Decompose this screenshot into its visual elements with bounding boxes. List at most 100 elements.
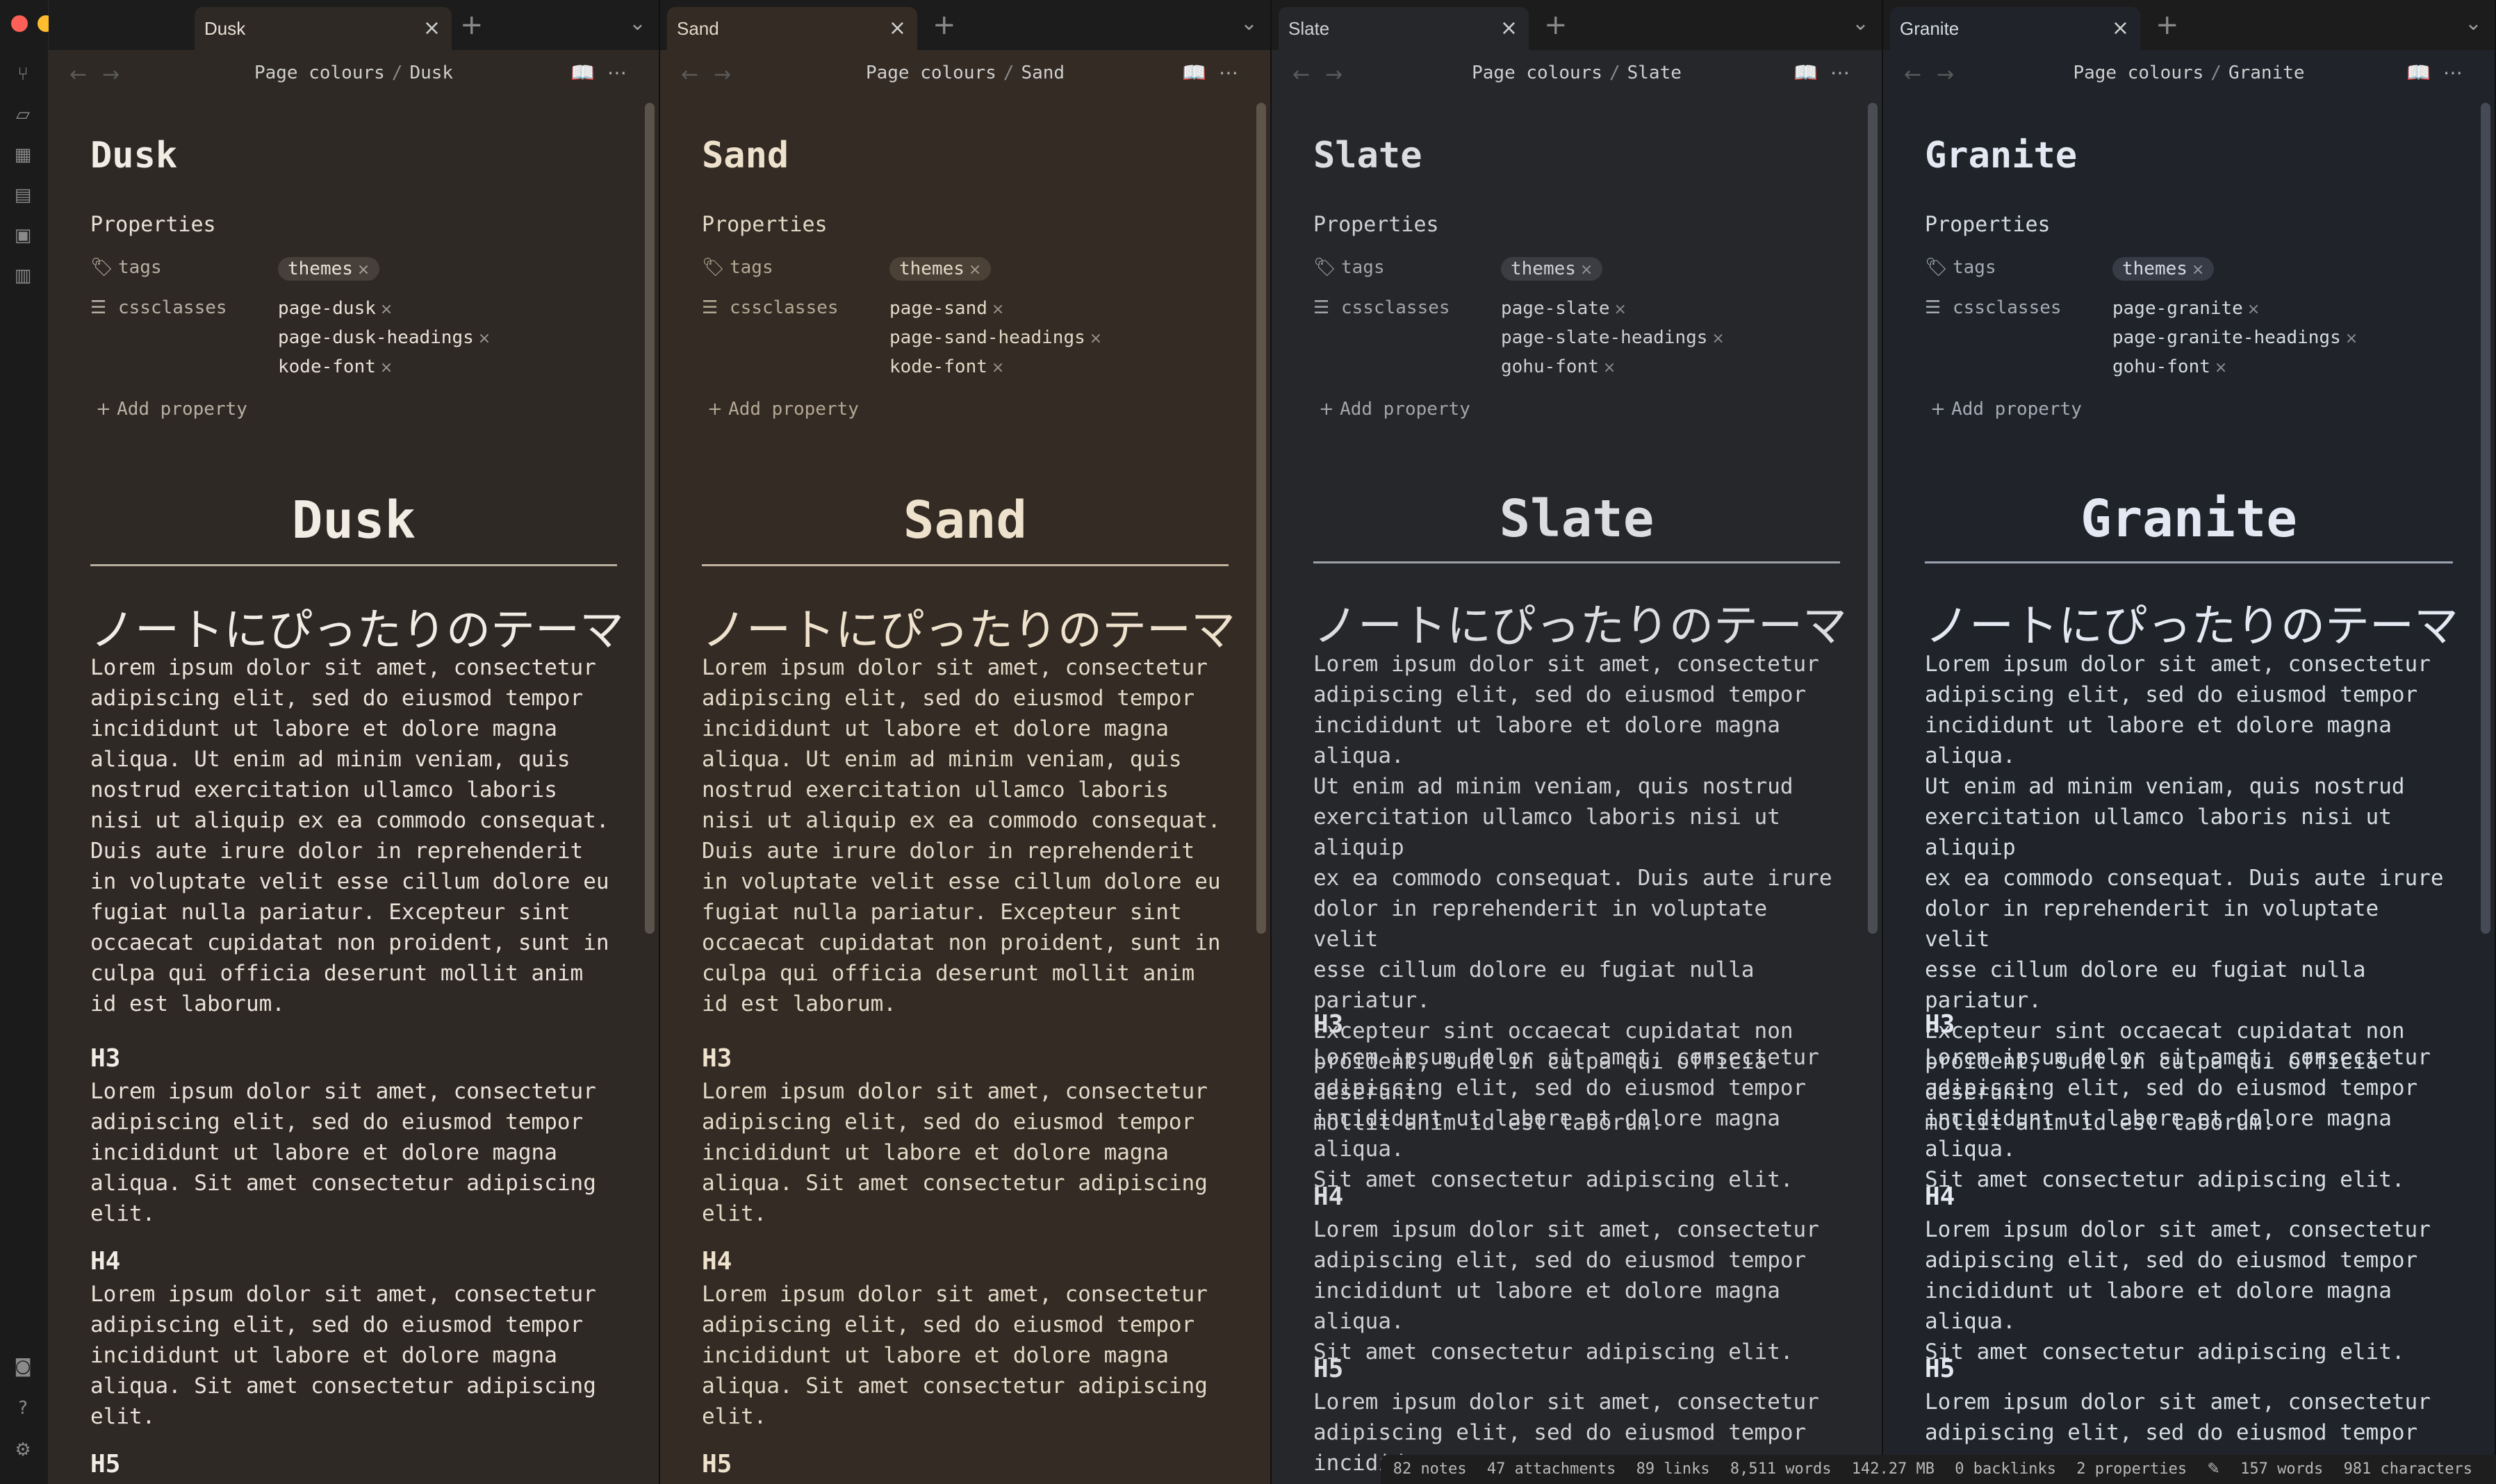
new-tab-icon[interactable]: + [460, 10, 484, 40]
close-window-button[interactable] [11, 15, 28, 32]
property-value-tags[interactable]: themes × [2112, 257, 2215, 281]
property-value-cssclasses[interactable]: page-sand × page-sand-headings × kode-font… [889, 295, 1102, 382]
pencil-icon[interactable]: ✎ [2207, 1460, 2231, 1478]
cssclass-item[interactable]: page-granite × [2112, 295, 2358, 324]
inline-title[interactable]: Slate [1313, 135, 1422, 176]
breadcrumb-current[interactable]: Granite [2228, 63, 2305, 83]
kanban-icon[interactable]: ▤ [13, 185, 33, 206]
remove-cssclass-icon[interactable]: × [1599, 359, 1616, 377]
graph-icon[interactable]: ⑂ [13, 64, 33, 85]
close-tab-icon[interactable]: × [2112, 7, 2129, 50]
remove-cssclass-icon[interactable]: × [2210, 359, 2227, 377]
tag-pill[interactable]: themes × [889, 257, 992, 281]
cssclass-item[interactable]: gohu-font × [2112, 353, 2358, 382]
inline-title[interactable]: Granite [1925, 135, 2077, 176]
property-key-cssclasses[interactable]: ☰ cssclasses [702, 297, 889, 318]
calendar-icon[interactable]: ▣ [13, 225, 33, 246]
canvas-icon[interactable]: ▱ [13, 104, 33, 125]
tab-slate[interactable]: Slate × [1279, 7, 1529, 50]
property-key-tags[interactable]: 🏷 tags [1925, 257, 2112, 278]
tab-list-chevron-icon[interactable]: ⌄ [1852, 11, 1869, 35]
breadcrumb-parent[interactable]: Page colours [254, 63, 385, 83]
cssclass-item[interactable]: page-slate-headings × [1501, 324, 1725, 353]
tag-pill[interactable]: themes × [278, 257, 380, 281]
cssclass-item[interactable]: page-dusk × [278, 295, 491, 324]
breadcrumb-current[interactable]: Sand [1021, 63, 1065, 83]
tag-pill[interactable]: themes × [1501, 257, 1603, 281]
cssclass-item[interactable]: gohu-font × [1501, 353, 1725, 382]
property-key-tags[interactable]: 🏷 tags [1313, 257, 1501, 278]
property-key-cssclasses[interactable]: ☰ cssclasses [90, 297, 278, 318]
cssclass-item[interactable]: page-dusk-headings × [278, 324, 491, 353]
properties-heading[interactable]: Properties [1313, 213, 1439, 237]
cssclass-item[interactable]: page-slate × [1501, 295, 1725, 324]
cssclass-item[interactable]: page-sand-headings × [889, 324, 1102, 353]
properties-heading[interactable]: Properties [90, 213, 216, 237]
property-value-tags[interactable]: themes × [278, 257, 380, 281]
reading-view-icon[interactable]: 📖 [1793, 61, 1830, 84]
remove-tag-icon[interactable]: × [353, 261, 370, 279]
property-key-cssclasses[interactable]: ☰ cssclasses [1925, 297, 2112, 318]
add-property-button[interactable]: + Add property [1319, 399, 1470, 420]
property-value-cssclasses[interactable]: page-granite × page-granite-headings × goh… [2112, 295, 2358, 382]
property-value-tags[interactable]: themes × [889, 257, 992, 281]
property-key-cssclasses[interactable]: ☰ cssclasses [1313, 297, 1501, 318]
breadcrumb-parent[interactable]: Page colours [1472, 63, 1602, 83]
tab-dusk[interactable]: Dusk × [195, 7, 452, 50]
reading-view-icon[interactable]: 📖 [2406, 61, 2443, 84]
add-property-button[interactable]: + Add property [1930, 399, 2082, 420]
template-icon[interactable]: ▥ [13, 265, 33, 286]
remove-tag-icon[interactable]: × [964, 261, 981, 279]
more-options-icon[interactable]: ⋯ [1219, 61, 1251, 84]
add-property-button[interactable]: + Add property [96, 399, 247, 420]
new-tab-icon[interactable]: + [1544, 10, 1568, 40]
properties-heading[interactable]: Properties [702, 213, 828, 237]
tab-sand[interactable]: Sand × [667, 7, 917, 50]
remove-cssclass-icon[interactable]: × [1085, 330, 1102, 347]
more-options-icon[interactable]: ⋯ [1830, 61, 1862, 84]
remove-cssclass-icon[interactable]: × [987, 359, 1004, 377]
tab-granite[interactable]: Granite × [1890, 7, 2140, 50]
inline-title[interactable]: Dusk [90, 135, 177, 176]
breadcrumb-current[interactable]: Dusk [409, 63, 453, 83]
cssclass-item[interactable]: kode-font × [889, 353, 1102, 382]
breadcrumb-parent[interactable]: Page colours [2073, 63, 2203, 83]
inline-title[interactable]: Sand [702, 135, 789, 176]
tab-list-chevron-icon[interactable]: ⌄ [1240, 11, 1258, 35]
tab-list-chevron-icon[interactable]: ⌄ [629, 11, 646, 35]
tab-list-chevron-icon[interactable]: ⌄ [2465, 11, 2482, 35]
property-value-tags[interactable]: themes × [1501, 257, 1603, 281]
breadcrumb-current[interactable]: Slate [1627, 63, 1682, 83]
close-tab-icon[interactable]: × [889, 7, 906, 50]
cssclass-item[interactable]: page-sand × [889, 295, 1102, 324]
cssclass-item[interactable]: kode-font × [278, 353, 491, 382]
scrollbar[interactable] [645, 103, 655, 934]
more-options-icon[interactable]: ⋯ [2443, 61, 2475, 84]
cssclass-item[interactable]: page-granite-headings × [2112, 324, 2358, 353]
new-tab-icon[interactable]: + [933, 10, 956, 40]
scrollbar[interactable] [1868, 103, 1878, 934]
property-key-tags[interactable]: 🏷 tags [702, 257, 889, 278]
reading-view-icon[interactable]: 📖 [1182, 61, 1219, 84]
property-value-cssclasses[interactable]: page-slate × page-slate-headings × gohu-fo… [1501, 295, 1725, 382]
status-backlinks[interactable]: 0 backlinks [1955, 1460, 2067, 1478]
tag-pill[interactable]: themes × [2112, 257, 2215, 281]
settings-icon[interactable]: ⚙ [13, 1440, 33, 1460]
remove-cssclass-icon[interactable]: × [474, 330, 491, 347]
remove-cssclass-icon[interactable]: × [1610, 301, 1627, 318]
reading-view-icon[interactable]: 📖 [570, 61, 607, 84]
add-property-button[interactable]: + Add property [707, 399, 859, 420]
help-icon[interactable]: ? [13, 1398, 33, 1419]
grid-icon[interactable]: ▦ [13, 145, 33, 165]
close-tab-icon[interactable]: × [423, 7, 441, 50]
new-tab-icon[interactable]: + [2156, 10, 2179, 40]
close-tab-icon[interactable]: × [1500, 7, 1518, 50]
remove-tag-icon[interactable]: × [2187, 261, 2204, 279]
vault-icon[interactable]: ◙ [13, 1356, 33, 1377]
property-key-tags[interactable]: 🏷 tags [90, 257, 278, 278]
remove-cssclass-icon[interactable]: × [1707, 330, 1724, 347]
remove-cssclass-icon[interactable]: × [2243, 301, 2260, 318]
more-options-icon[interactable]: ⋯ [607, 61, 639, 84]
remove-cssclass-icon[interactable]: × [376, 359, 393, 377]
status-properties[interactable]: 2 properties [2076, 1460, 2198, 1478]
